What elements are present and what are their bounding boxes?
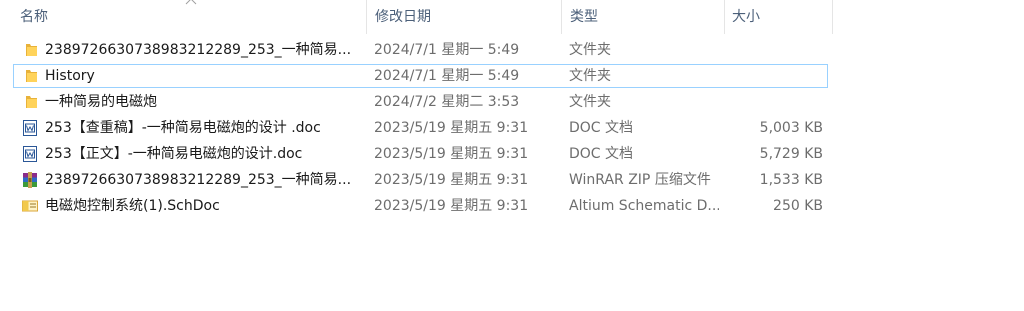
file-name: 电磁炮控制系统(1).SchDoc: [45, 198, 220, 214]
column-header-date[interactable]: 修改日期: [375, 0, 555, 34]
file-size: 5,729 KB: [759, 146, 823, 162]
file-name: 2389726630738983212289_253_一种简易...: [45, 42, 352, 58]
file-type: 文件夹: [569, 42, 611, 58]
file-name: 253【正文】-一种简易电磁炮的设计.doc: [45, 146, 303, 162]
column-header-bar: 名称 修改日期 类型 大小: [0, 0, 1024, 34]
column-divider[interactable]: [561, 0, 562, 34]
file-row[interactable]: 2389726630738983212289_253_一种简易... 2023/…: [13, 168, 828, 192]
column-header-size[interactable]: 大小: [732, 0, 827, 34]
folder-icon: [26, 96, 37, 108]
file-size: [727, 64, 823, 88]
file-type: 文件夹: [569, 94, 611, 110]
word-doc-icon: [23, 120, 37, 136]
file-type: DOC 文档: [569, 146, 634, 162]
file-row[interactable]: 2389726630738983212289_253_一种简易... 2024/…: [13, 38, 828, 62]
column-header-name[interactable]: 名称: [20, 0, 360, 34]
file-name: History: [45, 68, 95, 84]
file-date: 2023/5/19 星期五 9:31: [374, 146, 529, 162]
file-date: 2024/7/1 星期一 5:49: [374, 42, 520, 58]
file-date: 2023/5/19 星期五 9:31: [374, 120, 529, 136]
column-divider[interactable]: [832, 0, 833, 34]
file-size: 1,533 KB: [759, 172, 823, 188]
file-row[interactable]: 253【查重稿】-一种简易电磁炮的设计 .doc 2023/5/19 星期五 9…: [13, 116, 828, 140]
file-date: 2024/7/2 星期二 3:53: [374, 94, 520, 110]
file-row[interactable]: History 2024/7/1 星期一 5:49 文件夹: [13, 64, 828, 88]
file-row[interactable]: 电磁炮控制系统(1).SchDoc 2023/5/19 星期五 9:31 Alt…: [13, 194, 828, 218]
file-name: 253【查重稿】-一种简易电磁炮的设计 .doc: [45, 120, 321, 136]
file-type: DOC 文档: [569, 120, 634, 136]
schdoc-file-icon: [22, 200, 38, 212]
file-date: 2024/7/1 星期一 5:49: [374, 68, 520, 84]
file-row[interactable]: 253【正文】-一种简易电磁炮的设计.doc 2023/5/19 星期五 9:3…: [13, 142, 828, 166]
word-doc-icon: [23, 146, 37, 162]
file-date: 2023/5/19 星期五 9:31: [374, 198, 529, 214]
column-header-type[interactable]: 类型: [570, 0, 720, 34]
file-size: 5,003 KB: [759, 120, 823, 136]
file-size: 250 KB: [773, 198, 823, 214]
file-name: 一种简易的电磁炮: [45, 94, 157, 110]
file-type: Altium Schematic D...: [569, 198, 719, 214]
file-size: [727, 90, 823, 114]
file-type: 文件夹: [569, 68, 611, 84]
winrar-zip-icon: [23, 172, 37, 188]
column-divider[interactable]: [724, 0, 725, 34]
file-size: [727, 38, 823, 62]
file-row[interactable]: 一种简易的电磁炮 2024/7/2 星期二 3:53 文件夹: [13, 90, 828, 114]
folder-icon: [26, 70, 37, 82]
column-divider[interactable]: [366, 0, 367, 34]
file-name: 2389726630738983212289_253_一种简易...: [45, 172, 352, 188]
folder-icon: [26, 44, 37, 56]
file-type: WinRAR ZIP 压缩文件: [569, 172, 711, 188]
file-date: 2023/5/19 星期五 9:31: [374, 172, 529, 188]
